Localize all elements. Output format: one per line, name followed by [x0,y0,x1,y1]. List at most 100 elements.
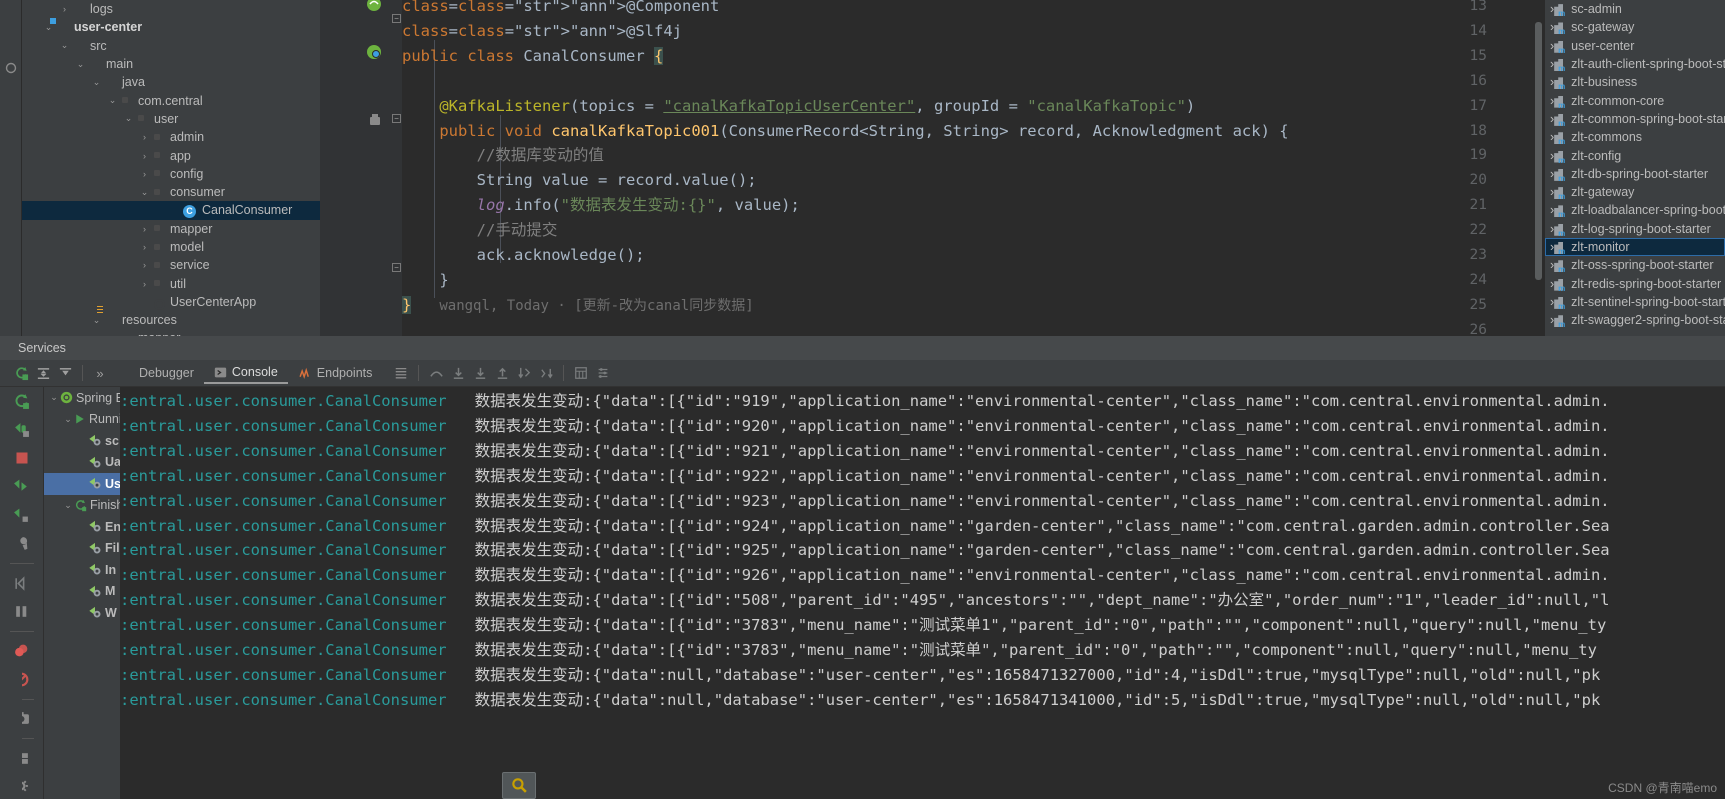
console-log-line[interactable]: :entral.user.consumer.CanalConsumer 数据表发… [120,613,1606,635]
pause-icon[interactable] [9,599,35,623]
code-line[interactable]: //手动提交 [402,218,558,243]
project-tree-item[interactable]: ⌄ user [22,110,320,128]
expand-all-icon[interactable] [32,363,54,383]
project-tree[interactable]: › logs ⌄ user-center ⌄ src ⌄ main ⌄ java ⌄ com.cent… [22,0,320,336]
project-tree-item[interactable]: UserCenterApp [22,293,320,311]
maven-project-item[interactable]: ›zlt-monitor [1545,237,1725,257]
chevron-down-icon[interactable]: ⌄ [48,392,60,403]
maven-project-item[interactable]: ›zlt-business [1545,73,1725,91]
chevron-down-icon[interactable]: ⌄ [74,59,87,70]
step-out-icon[interactable] [491,363,513,383]
maven-project-item[interactable]: ›zlt-redis-spring-boot-starter [1545,274,1725,293]
code-line[interactable]: ack.acknowledge(); [402,243,645,268]
left-tool-strip[interactable]: Learn [0,0,22,336]
project-tree-item[interactable]: ›mapper [22,329,320,336]
code-line[interactable]: String value = record.value(); [402,168,757,193]
console-log-line[interactable]: :entral.user.consumer.CanalConsumer 数据表发… [120,688,1600,710]
console-log-line[interactable]: :entral.user.consumer.CanalConsumer 数据表发… [120,414,1610,436]
code-text[interactable]: class=class="str">"ann">@Component class=… [402,0,1545,336]
console-output[interactable]: :entral.user.consumer.CanalConsumer 数据表发… [120,387,1725,799]
service-tree-item[interactable]: Fil [44,538,120,560]
resume-icon[interactable] [9,474,35,498]
project-tree-item[interactable]: C CanalConsumer [22,201,320,220]
spring-class-gutter-icon[interactable] [366,44,382,60]
rerun-icon[interactable] [10,363,32,383]
maven-project-item[interactable]: ›zlt-commons [1545,128,1725,146]
collapse-all-icon[interactable] [54,363,76,383]
chevron-right-icon[interactable]: › [138,242,151,252]
maven-projects-list[interactable]: ›sc-admin›sc-gateway›user-center›zlt-aut… [1545,0,1725,336]
toolbar-overflow-button[interactable]: » [89,363,111,383]
service-tree-item[interactable]: M [44,581,120,603]
code-line[interactable]: //数据库变动的值 [402,143,604,168]
maven-project-item[interactable]: ›zlt-db-spring-boot-starter [1545,165,1725,183]
project-tree-item[interactable]: › model [22,238,320,256]
fold-marker[interactable]: − [392,263,401,272]
soft-wrap-icon[interactable] [390,363,412,383]
maven-project-item[interactable]: ›zlt-oss-spring-boot-starter [1545,256,1725,274]
chevron-right-icon[interactable]: › [58,4,71,14]
rerun-icon[interactable] [9,389,35,413]
force-step-into-icon[interactable] [469,363,491,383]
maven-project-item[interactable]: ›sc-gateway [1545,18,1725,36]
project-tree-item[interactable]: › logs [22,0,320,18]
project-tree-item[interactable]: ›mapper [22,220,320,238]
chevron-down-icon[interactable]: ⌄ [62,500,74,511]
project-tree-item[interactable]: ⌄ java [22,73,320,91]
chevron-down-icon[interactable]: ⌄ [90,315,103,326]
code-line[interactable]: log.info("数据表发生变动:{}", value); [402,193,800,218]
code-line[interactable]: public class CanalConsumer { [402,44,664,69]
drop-frame-icon[interactable] [535,363,557,383]
service-tree-item[interactable]: ⌄ Spring B [44,387,120,409]
code-line[interactable]: @KafkaListener(topics = "canalKafkaTopic… [402,94,1195,119]
project-tree-item[interactable]: ⌄ resources [22,311,320,329]
chevron-down-icon[interactable]: ⌄ [90,77,103,88]
code-line[interactable]: } [402,268,448,293]
maven-project-item[interactable]: ›zlt-gateway [1545,183,1725,201]
service-tree-item[interactable]: En [44,516,120,538]
project-tree-item[interactable]: ⌄ com.central [22,91,320,109]
chevron-right-icon[interactable]: › [138,151,151,161]
settings-list-icon[interactable] [592,363,614,383]
service-tree-item[interactable]: ⌄ Runni [44,409,120,431]
code-editor[interactable]: 13 14 15 16 17 18 19 20 21 22 23 24 25 26 − − − class… [320,0,1545,336]
service-tree-item[interactable]: Ua [44,452,120,474]
evaluate-icon[interactable] [570,363,592,383]
fold-marker[interactable]: − [392,14,401,23]
run-to-cursor-icon[interactable] [513,363,535,383]
console-log-line[interactable]: :entral.user.consumer.CanalConsumer 数据表发… [120,389,1610,411]
maven-project-item[interactable]: ›sc-admin [1545,0,1725,18]
chevron-down-icon[interactable]: ⌄ [122,113,135,124]
console-log-line[interactable]: :entral.user.consumer.CanalConsumer 数据表发… [120,663,1600,685]
tab-console[interactable]: Console [203,362,288,384]
code-line[interactable]: public void canalKafkaTopic001(ConsumerR… [402,119,1288,144]
pause-program-icon[interactable] [9,503,35,527]
editor-scrollbar[interactable] [1535,22,1542,280]
project-tree-item[interactable]: › config [22,165,320,183]
console-log-line[interactable]: :entral.user.consumer.CanalConsumer 数据表发… [120,638,1597,660]
maven-project-item[interactable]: ›zlt-log-spring-boot-starter [1545,220,1725,238]
project-tree-item[interactable]: › admin [22,128,320,146]
settings-wrench-icon[interactable] [9,531,35,555]
console-log-line[interactable]: :entral.user.consumer.CanalConsumer 数据表发… [120,489,1610,511]
chevron-right-icon[interactable]: › [138,132,151,142]
chevron-right-icon[interactable]: › [138,224,151,234]
step-frame-icon[interactable] [9,571,35,595]
console-log-line[interactable]: :entral.user.consumer.CanalConsumer 数据表发… [120,439,1610,461]
project-tree-item[interactable]: › service [22,256,320,274]
debug-icon[interactable] [9,417,35,441]
chevron-right-icon[interactable]: › [138,260,151,270]
maven-project-item[interactable]: ›zlt-common-core [1545,91,1725,110]
console-log-line[interactable]: :entral.user.consumer.CanalConsumer 数据表发… [120,464,1610,486]
console-log-line[interactable]: :entral.user.consumer.CanalConsumer 数据表发… [120,563,1610,585]
breakpoints-icon[interactable] [9,639,35,663]
code-line[interactable]: } wangql, Today · [更新-改为canal同步数据] [402,293,754,319]
chevron-right-icon[interactable]: › [138,169,151,179]
kafka-listener-gutter-icon[interactable] [367,113,383,129]
spring-bean-gutter-icon[interactable] [366,0,382,12]
code-line[interactable]: class=class="str">"ann">@Component [402,0,719,19]
chevron-down-icon[interactable]: ⌄ [58,40,71,51]
services-run-tree[interactable]: ⌄ Spring B ⌄ Runni sc Ua Us ⌄ Finish En Fil In M W [44,387,120,799]
console-log-line[interactable]: :entral.user.consumer.CanalConsumer 数据表发… [120,514,1610,536]
service-tree-item[interactable]: W [44,602,120,624]
